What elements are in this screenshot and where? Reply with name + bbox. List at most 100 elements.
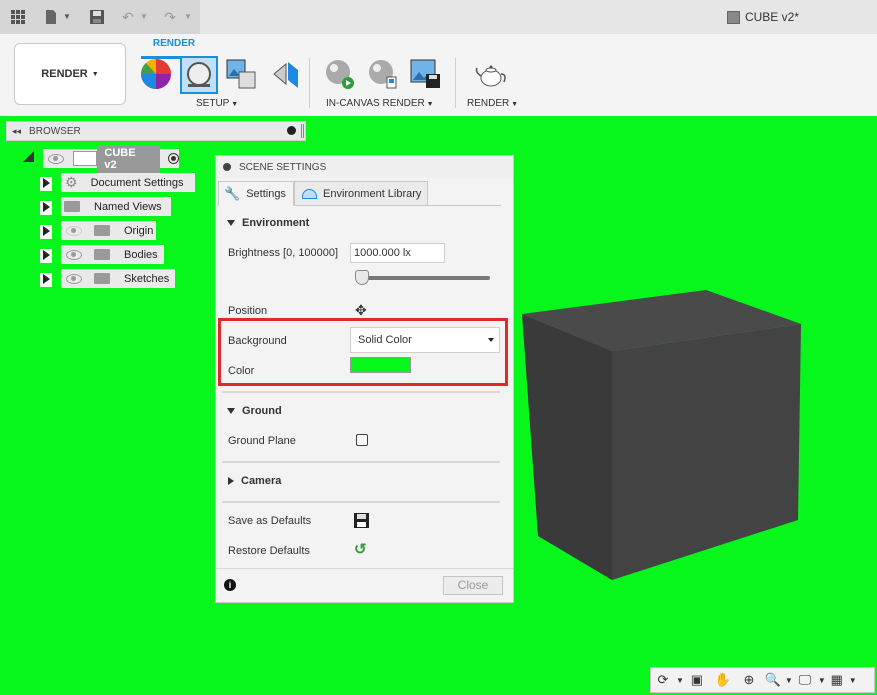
pan-icon[interactable]: ✋ bbox=[710, 668, 736, 692]
undo-icon[interactable]: ↶ bbox=[120, 9, 136, 25]
position-label: Position bbox=[228, 305, 268, 317]
browser-item-label: Sketches bbox=[124, 272, 170, 285]
brightness-slider-track[interactable] bbox=[358, 276, 490, 280]
expand-sketches-icon[interactable] bbox=[43, 274, 50, 284]
section-environment[interactable]: Environment bbox=[227, 217, 309, 229]
appearance-icon[interactable] bbox=[140, 58, 172, 90]
gear-icon: ⚙ bbox=[65, 174, 78, 190]
tab-environment-library-label: Environment Library bbox=[323, 187, 422, 200]
document-title: CUBE v2* bbox=[726, 10, 799, 24]
tab-baseline bbox=[428, 205, 501, 206]
group-in-canvas-render[interactable]: IN-CANVAS RENDER ▼ bbox=[326, 98, 434, 109]
ground-plane-checkbox[interactable] bbox=[356, 434, 368, 446]
tab-settings-label: Settings bbox=[246, 187, 286, 200]
environment-dome-icon bbox=[302, 188, 317, 199]
component-icon bbox=[72, 151, 98, 166]
browser-header[interactable]: ◂◂ BROWSER bbox=[6, 121, 306, 141]
browser-item-label: Bodies bbox=[124, 248, 158, 261]
brightness-input[interactable]: 1000.000 lx bbox=[350, 243, 445, 263]
visibility-hidden-icon[interactable] bbox=[66, 225, 82, 236]
highlight-box bbox=[218, 318, 508, 386]
visibility-icon[interactable] bbox=[66, 249, 82, 260]
activate-radio-icon[interactable] bbox=[168, 153, 180, 164]
ribbon-separator bbox=[309, 58, 310, 108]
look-at-icon[interactable]: ▣ bbox=[684, 668, 710, 692]
visibility-icon[interactable] bbox=[48, 153, 64, 164]
in-canvas-render-settings-icon[interactable] bbox=[366, 58, 398, 90]
group-in-canvas-render-label: IN-CANVAS RENDER bbox=[326, 98, 425, 109]
browser-title: BROWSER bbox=[29, 125, 81, 137]
section-environment-heading: Environment bbox=[242, 217, 310, 229]
folder-icon bbox=[94, 273, 110, 284]
collapse-panel-icon[interactable] bbox=[223, 163, 231, 171]
browser-root-cube[interactable]: CUBE v2 bbox=[43, 144, 180, 173]
in-canvas-render-icon[interactable] bbox=[323, 58, 355, 90]
workspace-switcher-button[interactable]: RENDER ▼ bbox=[14, 43, 126, 105]
capture-image-icon[interactable] bbox=[409, 58, 441, 90]
scene-settings-icon[interactable] bbox=[180, 56, 218, 94]
browser-item-label: Document Settings bbox=[90, 176, 184, 189]
grid-icon[interactable] bbox=[10, 9, 26, 25]
scene-settings-header[interactable]: SCENE SETTINGS bbox=[216, 156, 513, 178]
browser-item-label: Origin bbox=[124, 224, 154, 237]
redo-icon[interactable]: ↷ bbox=[162, 9, 178, 25]
section-divider bbox=[222, 391, 500, 393]
browser-item-origin[interactable]: Origin bbox=[61, 221, 156, 240]
zoom-icon[interactable]: ⊕ bbox=[736, 668, 762, 692]
decal-icon[interactable] bbox=[225, 58, 257, 90]
browser-item-document-settings[interactable]: ⚙ Document Settings bbox=[61, 173, 195, 192]
browser-item-label: Named Views bbox=[94, 200, 162, 213]
restore-icon[interactable]: ↺ bbox=[354, 542, 367, 557]
ground-plane-label: Ground Plane bbox=[228, 435, 296, 447]
save-defaults-button[interactable] bbox=[353, 512, 370, 532]
expand-bodies-icon[interactable] bbox=[43, 250, 50, 260]
expand-named-views-icon[interactable] bbox=[43, 202, 50, 212]
section-camera[interactable]: Camera bbox=[228, 475, 281, 487]
root-label: CUBE v2 bbox=[97, 144, 161, 173]
visibility-icon[interactable] bbox=[66, 273, 82, 284]
file-icon[interactable] bbox=[43, 9, 59, 25]
group-setup[interactable]: SETUP ▼ bbox=[196, 98, 238, 109]
workspace-label: RENDER bbox=[41, 68, 88, 80]
brightness-label: Brightness [0, 100000] bbox=[228, 247, 339, 259]
tab-settings[interactable]: 🔧 Settings bbox=[218, 181, 294, 206]
close-button[interactable]: Close bbox=[443, 576, 503, 595]
folder-icon bbox=[94, 249, 110, 260]
move-icon[interactable]: ✥ bbox=[355, 303, 367, 317]
expand-origin-icon[interactable] bbox=[43, 226, 50, 236]
ribbon-separator bbox=[455, 58, 456, 108]
save-icon[interactable] bbox=[89, 9, 105, 25]
tab-environment-library[interactable]: Environment Library bbox=[294, 181, 428, 206]
cube-model[interactable] bbox=[520, 288, 805, 583]
caret-right-icon bbox=[228, 477, 234, 485]
expand-document-settings-icon[interactable] bbox=[43, 178, 50, 188]
browser-item-sketches[interactable]: Sketches bbox=[61, 269, 175, 288]
save-defaults-label: Save as Defaults bbox=[228, 515, 312, 527]
fit-icon[interactable]: 🔍 bbox=[762, 668, 784, 692]
chevron-down-icon[interactable]: ▼ bbox=[140, 9, 148, 25]
minimize-browser-icon[interactable] bbox=[287, 126, 296, 135]
browser-item-bodies[interactable]: Bodies bbox=[61, 245, 164, 264]
navigation-bar: ⟳ ▼ ▣ ✋ ⊕ 🔍 ▼ 🖵 ▼ ▦ ▼ bbox=[650, 667, 875, 693]
group-render[interactable]: RENDER ▼ bbox=[467, 98, 518, 109]
info-icon[interactable]: i bbox=[224, 579, 236, 591]
chevron-down-icon[interactable]: ▼ bbox=[184, 9, 192, 25]
group-setup-label: SETUP bbox=[196, 98, 230, 109]
grid-settings-icon[interactable]: ▦ bbox=[826, 668, 848, 692]
restore-defaults-label: Restore Defaults bbox=[228, 545, 310, 557]
collapse-browser-icon[interactable]: ◂◂ bbox=[12, 126, 21, 137]
display-settings-icon[interactable]: 🖵 bbox=[793, 668, 817, 692]
orbit-icon[interactable]: ⟳ bbox=[651, 668, 675, 692]
browser-item-named-views[interactable]: Named Views bbox=[61, 197, 171, 216]
section-camera-heading: Camera bbox=[241, 475, 282, 487]
browser-resize-handle[interactable] bbox=[301, 124, 304, 138]
texture-map-icon[interactable] bbox=[270, 58, 302, 90]
panel-footer-divider bbox=[216, 568, 513, 569]
section-ground[interactable]: Ground bbox=[227, 405, 282, 417]
group-render-label: RENDER bbox=[467, 98, 510, 109]
section-ground-heading: Ground bbox=[242, 405, 282, 417]
expand-root-icon[interactable] bbox=[23, 151, 34, 162]
chevron-down-icon[interactable]: ▼ bbox=[63, 9, 71, 25]
save-icon bbox=[354, 513, 369, 528]
teapot-icon[interactable] bbox=[474, 58, 506, 90]
